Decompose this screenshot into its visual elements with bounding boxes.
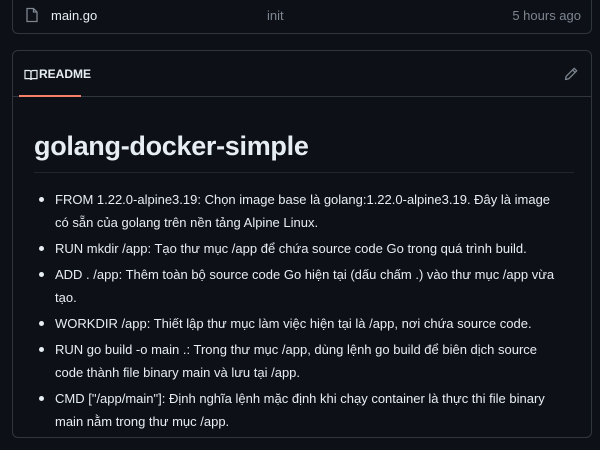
list-item: WORKDIR /app: Thiết lập thư mục làm việc… xyxy=(39,312,567,335)
readme-panel: README golang-docker-simple FROM 1.22.0-… xyxy=(12,50,592,438)
readme-list: FROM 1.22.0-alpine3.19: Chọn image base … xyxy=(39,188,567,436)
book-icon xyxy=(24,68,38,81)
pencil-icon xyxy=(564,67,578,81)
list-item: ADD . /app: Thêm toàn bộ source code Go … xyxy=(39,263,567,309)
list-item: RUN mkdir /app: Tạo thư mục /app để chứa… xyxy=(39,237,567,260)
commit-time: 5 hours ago xyxy=(512,8,581,23)
list-item: FROM 1.22.0-alpine3.19: Chọn image base … xyxy=(39,188,567,234)
file-icon xyxy=(25,7,39,23)
commit-message-link[interactable]: init xyxy=(267,8,284,23)
readme-title: golang-docker-simple xyxy=(34,131,574,173)
tab-readme[interactable]: README xyxy=(19,51,91,97)
file-row[interactable]: main.go init 5 hours ago xyxy=(12,0,592,34)
edit-readme-button[interactable] xyxy=(563,66,579,82)
readme-header: README xyxy=(13,51,591,97)
list-item: RUN go build -o main .: Trong thư mục /a… xyxy=(39,338,567,384)
file-name-link[interactable]: main.go xyxy=(51,8,97,23)
readme-tab-label: README xyxy=(39,67,92,81)
list-item: CMD ["/app/main"]: Định nghĩa lệnh mặc đ… xyxy=(39,387,567,433)
